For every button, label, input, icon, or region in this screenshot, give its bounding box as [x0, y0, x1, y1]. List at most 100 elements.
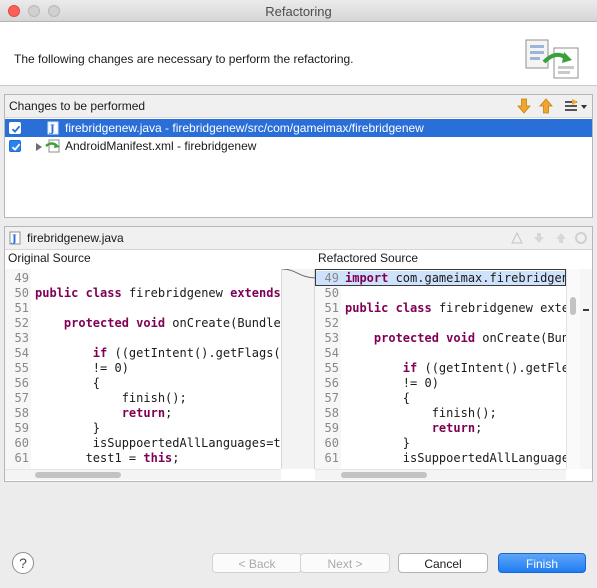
svg-text:J: J [49, 124, 55, 135]
original-code-line: 57 finish(); [5, 391, 281, 406]
line-number: 60 [324, 436, 339, 450]
java-file-icon: J [9, 231, 21, 245]
line-number: 61 [14, 451, 29, 465]
changes-title: Changes to be performed [9, 99, 146, 113]
back-button[interactable]: < Back [212, 553, 302, 573]
line-number: 57 [324, 391, 339, 405]
refactored-code-line: 49 import com.gameimax.firebridgene [315, 271, 566, 286]
code-text: public class firebridgenew exter [345, 301, 566, 315]
change-item-checkbox[interactable] [9, 122, 21, 134]
filter-menu-icon[interactable] [564, 98, 588, 114]
line-number: 51 [14, 301, 29, 315]
line-number: 53 [14, 331, 29, 345]
wizard-header: The following changes are necessary to p… [0, 22, 597, 86]
refactored-code-line: 52 [315, 316, 566, 331]
next-change-icon[interactable] [517, 98, 531, 114]
change-item-label: AndroidManifest.xml - firebridgenew [65, 139, 257, 153]
line-number: 57 [14, 391, 29, 405]
refactored-code-line: 59 return; [315, 421, 566, 436]
line-number: 52 [14, 316, 29, 330]
change-item-firebridgenew-java[interactable]: J firebridgenew.java - firebridgenew/src… [5, 119, 592, 137]
original-code-line: 51 [5, 301, 281, 316]
diff-connector-area [281, 268, 317, 469]
original-code-line: 50 public class firebridgenew extends A [5, 286, 281, 301]
code-text: != 0) [35, 361, 129, 375]
left-horizontal-scrollbar[interactable] [5, 469, 281, 480]
right-pane-title: Refactored Source [318, 251, 419, 265]
right-scroll-thumb[interactable] [341, 472, 427, 478]
refactored-code-line: 54 [315, 346, 566, 361]
code-text: return; [121, 406, 173, 420]
code-text: finish(); [35, 391, 187, 405]
code-text: if ((getIntent().getFlags() [92, 346, 281, 360]
xml-file-icon [45, 139, 63, 153]
code-text: isSuppoertedAllLanguage [345, 451, 566, 465]
refactored-code-line: 58 finish(); [315, 406, 566, 421]
right-horizontal-scrollbar[interactable] [315, 469, 566, 480]
line-number: 60 [14, 436, 29, 450]
change-item-checkbox[interactable] [9, 140, 21, 152]
previous-change-icon[interactable] [539, 98, 553, 114]
compare-header: J firebridgenew.java [5, 227, 592, 250]
refactored-code-line: 61 isSuppoertedAllLanguage [315, 451, 566, 466]
line-number: 52 [324, 316, 339, 330]
code-text: } [35, 421, 101, 435]
code-text: != 0) [345, 376, 439, 390]
refactored-code-line: 53 protected void onCreate(Bund [315, 331, 566, 346]
vertical-scroll-thumb[interactable] [570, 297, 576, 315]
left-scroll-thumb[interactable] [35, 472, 121, 478]
original-code-line: 56 { [5, 376, 281, 391]
code-text: protected void onCreate(Bundle s [63, 316, 281, 330]
refactored-code-line: 50 [315, 286, 566, 301]
original-code-line: 54 if ((getIntent().getFlags() [5, 346, 281, 361]
line-number: 59 [14, 421, 29, 435]
code-text: return; [431, 421, 483, 435]
original-code-line: 58 return; [5, 406, 281, 421]
line-number: 61 [324, 451, 339, 465]
line-number: 50 [14, 286, 29, 300]
next-button[interactable]: Next > [300, 553, 390, 573]
changes-header: Changes to be performed [5, 95, 592, 118]
title-bar: Refactoring [0, 0, 597, 22]
right-vertical-scrollbar[interactable] [566, 269, 580, 469]
original-code-line: 49 [5, 271, 281, 286]
window-title: Refactoring [265, 4, 332, 19]
cancel-button[interactable]: Cancel [398, 553, 488, 573]
code-text: isSuppoertedAllLanguages=tr [35, 436, 281, 450]
line-number: 49 [324, 271, 339, 285]
line-number: 59 [324, 421, 339, 435]
compare-panel: J firebridgenew.java Original Source Ref… [4, 226, 593, 482]
line-number: 58 [324, 406, 339, 420]
refactored-code-line: 51 public class firebridgenew exter [315, 301, 566, 316]
line-number: 55 [14, 361, 29, 375]
change-item-label: firebridgenew.java - firebridgenew/src/c… [65, 121, 424, 135]
java-file-icon: J [45, 121, 61, 135]
refactored-code-line: 55 if ((getIntent().getFle [315, 361, 566, 376]
code-text: import com.gameimax.firebridgene [345, 271, 566, 285]
next-difference-icon [532, 231, 546, 245]
code-text: finish(); [345, 406, 497, 420]
help-button[interactable]: ? [12, 552, 34, 574]
refactored-code-line: 57 { [315, 391, 566, 406]
line-number: 56 [14, 376, 29, 390]
original-source-pane[interactable]: 4950 public class firebridgenew extends A… [5, 269, 281, 469]
overview-ruler [580, 269, 592, 469]
original-code-line: 59 } [5, 421, 281, 436]
original-code-line: 53 [5, 331, 281, 346]
finish-button[interactable]: Finish [498, 553, 586, 573]
line-number: 50 [324, 286, 339, 300]
line-number: 51 [324, 301, 339, 315]
code-text: { [35, 376, 101, 390]
expand-arrow-icon[interactable] [35, 141, 43, 151]
svg-text:J: J [11, 234, 17, 245]
swap-icon [574, 231, 588, 245]
code-text: } [345, 436, 411, 450]
line-number: 55 [324, 361, 339, 375]
refactored-source-pane[interactable]: 49 import com.gameimax.firebridgene 50 51 pu… [315, 269, 566, 469]
original-code-line: 52 protected void onCreate(Bundle s [5, 316, 281, 331]
change-item-androidmanifest-xml[interactable]: AndroidManifest.xml - firebridgenew [5, 137, 592, 155]
line-number: 53 [324, 331, 339, 345]
header-message: The following changes are necessary to p… [14, 52, 354, 66]
code-text: if ((getIntent().getFle [402, 361, 566, 375]
code-text: { [345, 391, 411, 405]
